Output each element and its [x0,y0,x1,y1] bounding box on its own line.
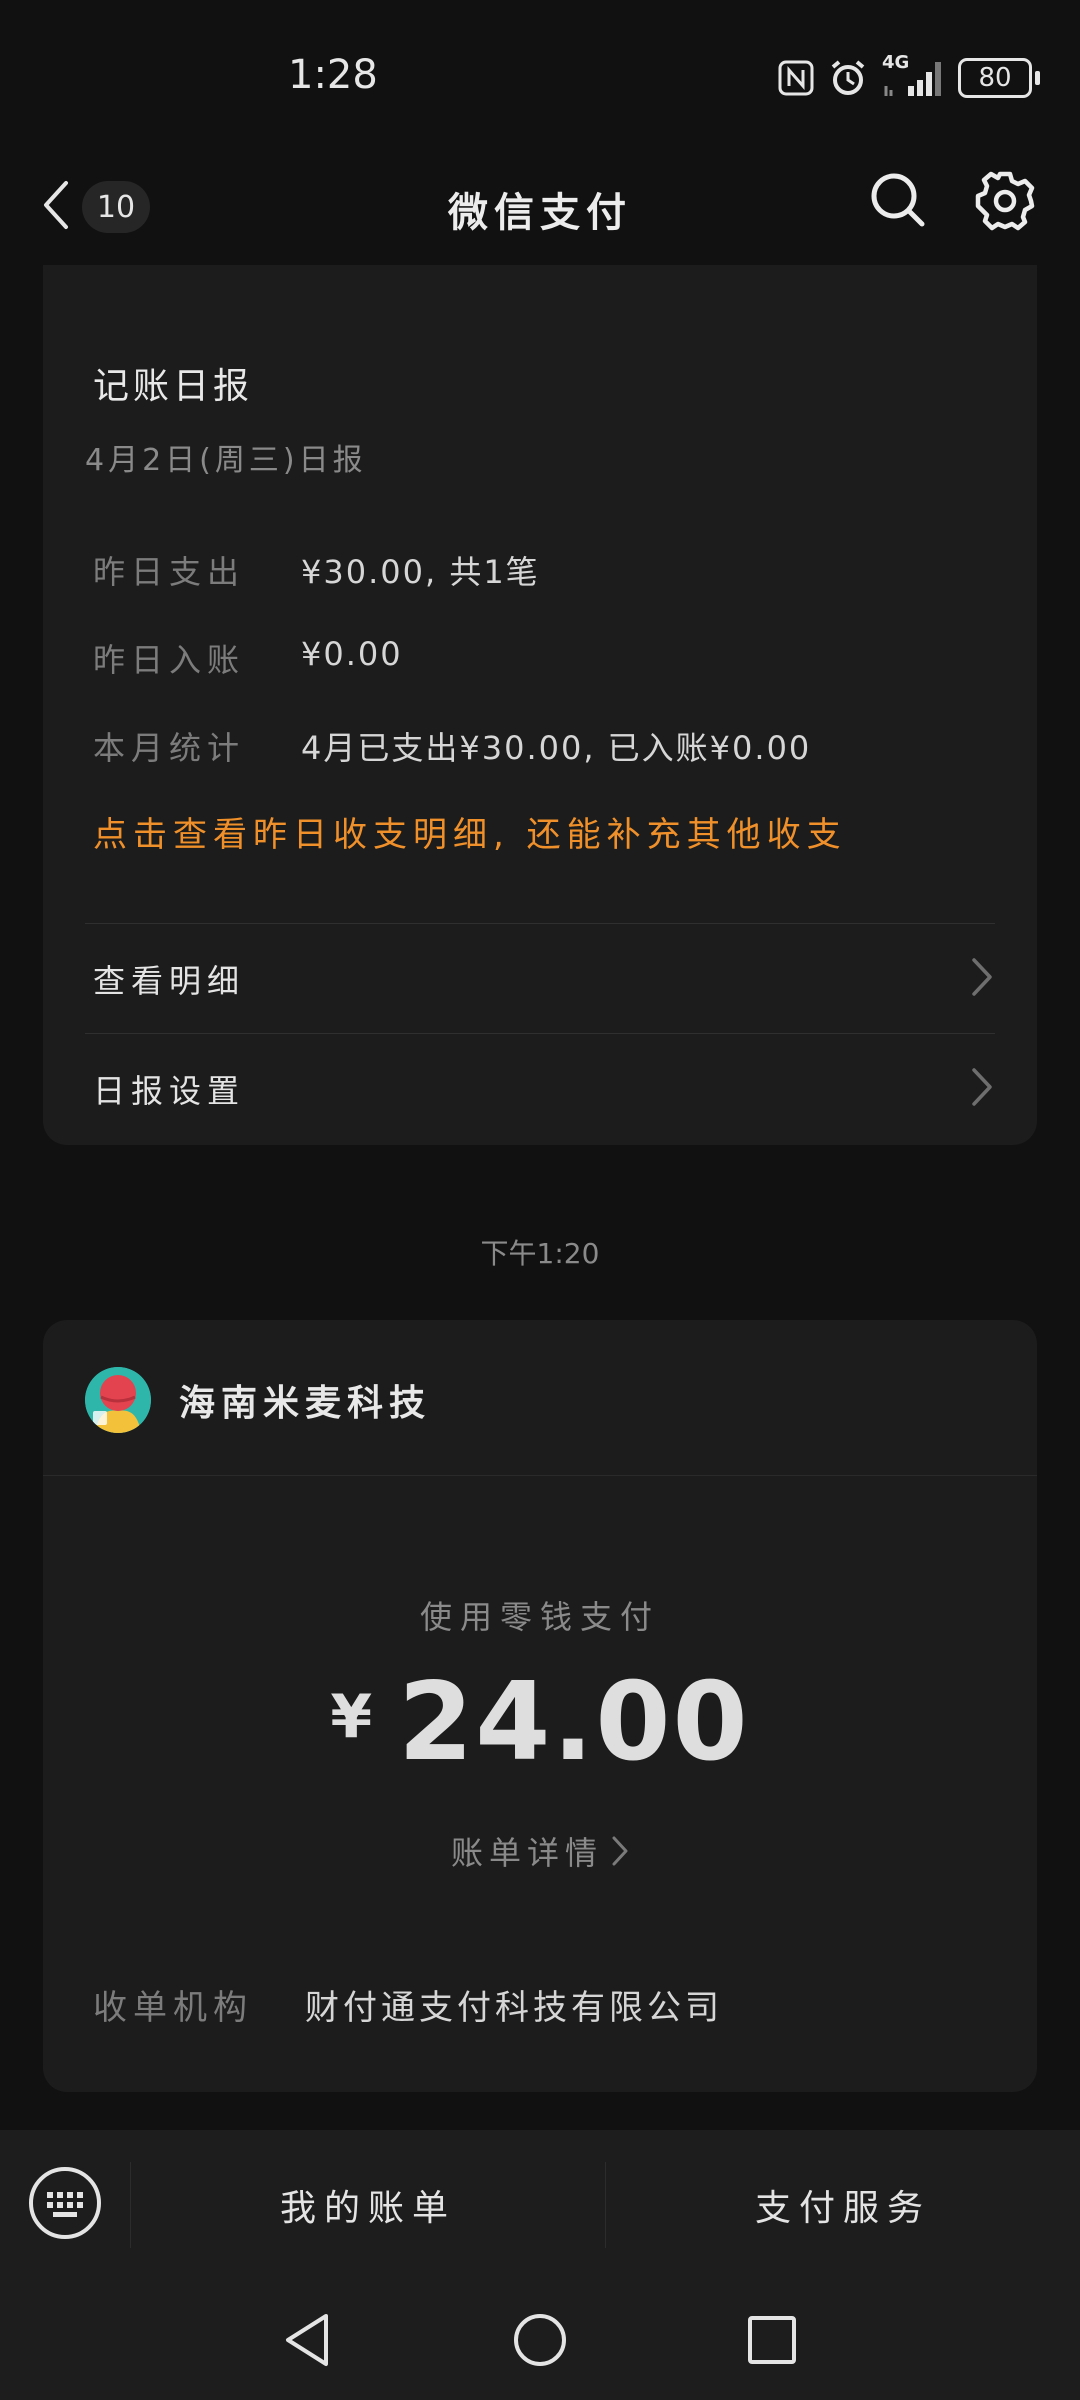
report-row-value: 4月已支出¥30.00, 已入账¥0.00 [301,729,812,767]
view-details-link[interactable]: 点击查看昨日收支明细, 还能补充其他收支 [93,807,847,856]
system-back-button[interactable] [278,2310,338,2370]
alarm-icon [828,58,868,98]
keyboard-toggle-button[interactable] [0,2130,130,2280]
report-row-label: 昨日支出 [93,553,246,591]
my-bills-button[interactable]: 我的账单 [131,2179,605,2231]
search-button[interactable] [868,170,928,230]
status-time: 1:28 [288,52,378,98]
report-row-value: ¥30.00, 共1笔 [301,553,540,591]
menu-item-report-settings[interactable]: 日报设置 [85,1035,995,1143]
network-type: 4G [882,52,910,73]
menu-item-label: 查看明细 [93,962,246,1000]
daily-report-card[interactable]: 记账日报 4月2日(周三)日报 昨日支出 ¥30.00, 共1笔 昨日入账 ¥0… [43,265,1037,1145]
menu-item-label: 日报设置 [93,1072,246,1110]
bill-detail-link[interactable]: 账单详情 [43,1828,1037,1874]
circle-home-icon [510,2314,570,2374]
status-icons: 4G 80 [778,52,1040,100]
report-row-label: 昨日入账 [93,641,246,679]
keyboard-icon [28,2166,102,2244]
report-row-monthly: 本月统计 4月已支出¥30.00, 已入账¥0.00 [93,723,811,769]
currency-symbol: ¥ [330,1682,373,1752]
acquirer-row: 收单机构 财付通支付科技有限公司 [93,1980,723,2029]
bill-detail-label: 账单详情 [450,1834,603,1872]
system-navigation-bar [0,2280,1080,2400]
message-timestamp: 下午1:20 [480,1237,600,1270]
signal-icon: 4G [882,52,944,98]
system-recents-button[interactable] [742,2310,802,2370]
chevron-right-icon [971,1067,993,1111]
bottom-menu-bar: 我的账单 支付服务 [0,2130,1080,2280]
amount-value: 24.00 [398,1660,750,1785]
pay-service-button[interactable]: 支付服务 [606,2179,1080,2231]
system-home-button[interactable] [510,2310,570,2370]
battery-level: 80 [978,63,1012,93]
battery-icon: 80 [958,58,1040,98]
menu-item-view-details[interactable]: 查看明细 [85,925,995,1033]
nfc-icon [778,60,814,96]
merchant-avatar [85,1367,151,1433]
report-row-value: ¥0.00 [301,635,403,673]
nav-bar: 10 微信支付 [0,150,1080,265]
divider [85,1033,995,1034]
payment-method: 使用零钱支付 [419,1598,660,1636]
report-date: 4月2日(周三)日报 [85,443,367,478]
chevron-right-icon [971,957,993,1001]
divider [85,923,995,924]
merchant-name: 海南米麦科技 [179,1383,432,1424]
triangle-back-icon [278,2314,338,2374]
square-recents-icon [742,2316,802,2374]
gear-icon [974,171,1036,236]
merchant-header[interactable]: 海南米麦科技 [85,1364,431,1436]
report-row-expense: 昨日支出 ¥30.00, 共1笔 [93,547,540,593]
report-row-income: 昨日入账 ¥0.00 [93,635,403,681]
payment-card[interactable]: 海南米麦科技 使用零钱支付 ¥ 24.00 账单详情 收单机构 财付通支付科技有… [43,1320,1037,2092]
settings-button[interactable] [974,170,1036,232]
payment-amount: ¥ 24.00 [43,1660,1037,1785]
status-bar: 1:28 4G 80 [0,0,1080,150]
report-title: 记账日报 [93,366,254,407]
acquirer-value: 财付通支付科技有限公司 [305,1988,723,2028]
search-icon [868,173,928,234]
divider [43,1475,1037,1476]
chevron-right-icon [611,1835,629,1867]
report-row-label: 本月统计 [93,729,246,767]
acquirer-label: 收单机构 [93,1988,253,2028]
